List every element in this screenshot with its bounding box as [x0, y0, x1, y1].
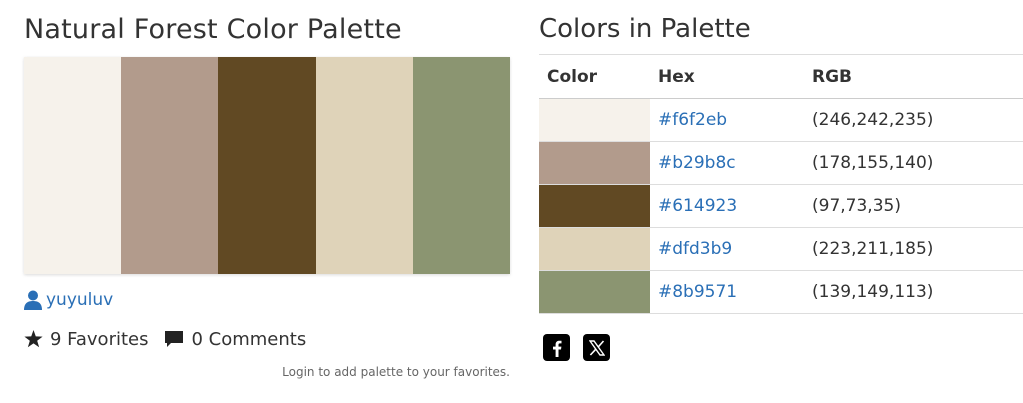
x-share-button[interactable] [583, 334, 610, 361]
palette-stats: 9 Favorites 0 Comments [24, 326, 322, 352]
table-row: #f6f2eb (246,242,235) [539, 98, 1023, 142]
hex-link[interactable]: #dfd3b9 [658, 239, 732, 259]
table-row: #614923 (97,73,35) [539, 184, 1023, 228]
palette-swatch-2[interactable] [121, 57, 219, 274]
rgb-value: (178,155,140) [804, 141, 1023, 185]
favorites-stat[interactable]: 9 Favorites [24, 329, 148, 350]
rgb-value: (246,242,235) [804, 98, 1023, 142]
facebook-share-button[interactable] [543, 334, 570, 361]
colors-table: Color Hex RGB #f6f2eb (246,242,235) #b29… [539, 54, 1023, 314]
palette-preview[interactable] [24, 57, 511, 274]
hex-link[interactable]: #b29b8c [658, 153, 736, 173]
favorites-count: 9 Favorites [50, 328, 149, 350]
user-icon [24, 290, 42, 310]
palette-swatch-5[interactable] [412, 57, 511, 274]
header-rgb: RGB [804, 54, 1023, 99]
colors-table-header: Color Hex RGB [539, 54, 1023, 99]
palette-swatch-1[interactable] [24, 57, 122, 274]
header-hex: Hex [650, 54, 804, 99]
social-share [543, 334, 623, 361]
hex-link[interactable]: #f6f2eb [658, 110, 727, 130]
color-swatch [539, 227, 650, 271]
table-row: #b29b8c (178,155,140) [539, 141, 1023, 185]
login-note: Login to add palette to your favorites. [282, 365, 510, 379]
color-swatch [539, 98, 650, 142]
color-swatch [539, 141, 650, 185]
palette-swatch-4[interactable] [315, 57, 413, 274]
comments-count: 0 Comments [191, 328, 307, 350]
hex-link[interactable]: #8b9571 [658, 282, 737, 302]
table-row: #8b9571 (139,149,113) [539, 270, 1023, 314]
color-swatch [539, 184, 650, 228]
x-icon [588, 339, 605, 356]
header-color: Color [539, 54, 650, 99]
palette-swatch-3[interactable] [218, 57, 316, 274]
rgb-value: (139,149,113) [804, 270, 1023, 314]
star-icon [24, 330, 43, 348]
table-row: #dfd3b9 (223,211,185) [539, 227, 1023, 271]
color-swatch [539, 270, 650, 314]
colors-section-title: Colors in Palette [539, 14, 751, 44]
facebook-icon [553, 340, 562, 357]
author-name[interactable]: yuyuluv [46, 290, 113, 310]
rgb-value: (223,211,185) [804, 227, 1023, 271]
palette-title: Natural Forest Color Palette [24, 14, 402, 45]
rgb-value: (97,73,35) [804, 184, 1023, 228]
comments-stat[interactable]: 0 Comments [164, 329, 306, 350]
hex-link[interactable]: #614923 [658, 196, 737, 216]
comment-icon [165, 331, 184, 347]
author-link[interactable]: yuyuluv [24, 288, 113, 312]
